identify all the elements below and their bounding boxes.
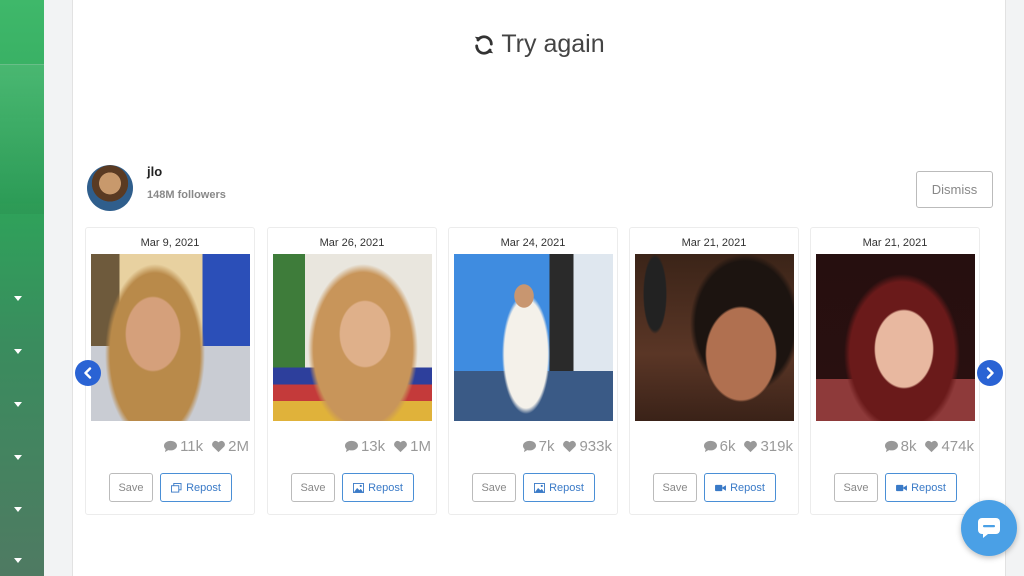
chevron-down-icon[interactable] [14,349,22,354]
comments-count: 11k [180,438,204,455]
video-icon [715,484,727,491]
likes-count: 933k [579,438,612,455]
post-card: Mar 21, 2021 6k 319k Save Repost [629,227,799,515]
likes-count: 474k [941,438,974,455]
image-icon [534,482,546,493]
likes-stat: 319k [743,438,793,455]
repost-label: Repost [549,481,584,494]
post-date: Mar 21, 2021 [862,237,928,249]
save-button[interactable]: Save [472,473,516,502]
chevron-down-icon[interactable] [14,558,22,563]
heart-icon [212,440,226,453]
post-date: Mar 21, 2021 [681,237,747,249]
sidebar [0,0,44,576]
likes-stat: 933k [562,438,612,455]
repost-button[interactable]: Repost [160,473,232,502]
chevron-down-icon[interactable] [14,507,22,512]
post-image[interactable] [91,254,250,421]
try-again-button[interactable]: Try again [73,30,1005,59]
save-button[interactable]: Save [653,473,697,502]
repost-label: Repost [368,481,403,494]
repost-button[interactable]: Repost [523,473,595,502]
comments-stat: 13k [344,438,385,455]
chat-widget-button[interactable] [961,500,1017,556]
likes-stat: 474k [924,438,974,455]
comments-count: 8k [900,438,917,455]
comments-count: 6k [719,438,736,455]
heart-icon [563,440,577,453]
post-image[interactable] [816,254,975,421]
chat-icon [978,518,1000,538]
post-image[interactable] [454,254,613,421]
post-date: Mar 24, 2021 [500,237,566,249]
post-date: Mar 9, 2021 [140,237,200,249]
chevron-down-icon[interactable] [14,455,22,460]
chevron-left-icon [84,367,92,379]
comment-icon [884,440,898,453]
likes-count: 319k [760,438,793,455]
comments-stat: 11k [163,438,203,455]
repost-label: Repost [730,481,765,494]
repost-button[interactable]: Repost [704,473,776,502]
post-card: Mar 21, 2021 8k 474k Save Repost [810,227,980,515]
video-icon [896,484,908,491]
repost-label: Repost [911,481,946,494]
comments-stat: 8k [884,438,917,455]
refresh-icon [475,34,494,55]
carousel-prev-button[interactable] [75,360,101,386]
likes-stat: 2M [211,438,249,455]
post-image[interactable] [273,254,432,421]
copy-icon [171,482,182,493]
repost-button[interactable]: Repost [342,473,414,502]
chevron-down-icon[interactable] [14,296,22,301]
comment-icon [522,440,536,453]
comment-icon [344,440,358,453]
likes-count: 2M [228,438,249,455]
comments-count: 13k [360,438,386,455]
likes-stat: 1M [393,438,431,455]
comment-icon [164,440,178,453]
post-card: Mar 24, 2021 7k 933k Save Repost [448,227,618,515]
chevron-down-icon[interactable] [14,402,22,407]
save-button[interactable]: Save [834,473,878,502]
repost-button[interactable]: Repost [885,473,957,502]
username[interactable]: jlo [147,164,226,179]
followers-count: 148M followers [147,188,226,201]
likes-count: 1M [410,438,431,455]
repost-label: Repost [186,481,221,494]
comments-stat: 6k [703,438,736,455]
comment-icon [703,440,717,453]
sidebar-active-section[interactable] [0,64,44,214]
main-card: Try again jlo 148M followers Dismiss Mar… [72,0,1006,576]
post-image[interactable] [635,254,794,421]
heart-icon [925,440,939,453]
image-icon [353,482,365,493]
comments-stat: 7k [522,438,555,455]
post-card: Mar 26, 2021 13k 1M Save Repost [267,227,437,515]
posts-carousel: Mar 9, 2021 11k 2M Save Repost Mar 26, 2… [85,227,993,517]
dismiss-button[interactable]: Dismiss [916,171,993,208]
try-again-label: Try again [501,30,605,58]
post-date: Mar 26, 2021 [319,237,385,249]
profile-header: jlo 148M followers [87,164,226,211]
save-button[interactable]: Save [291,473,335,502]
avatar[interactable] [87,165,133,211]
heart-icon [394,440,408,453]
chevron-right-icon [986,367,994,379]
post-card: Mar 9, 2021 11k 2M Save Repost [85,227,255,515]
save-button[interactable]: Save [109,473,153,502]
heart-icon [744,440,758,453]
comments-count: 7k [538,438,555,455]
carousel-next-button[interactable] [977,360,1003,386]
